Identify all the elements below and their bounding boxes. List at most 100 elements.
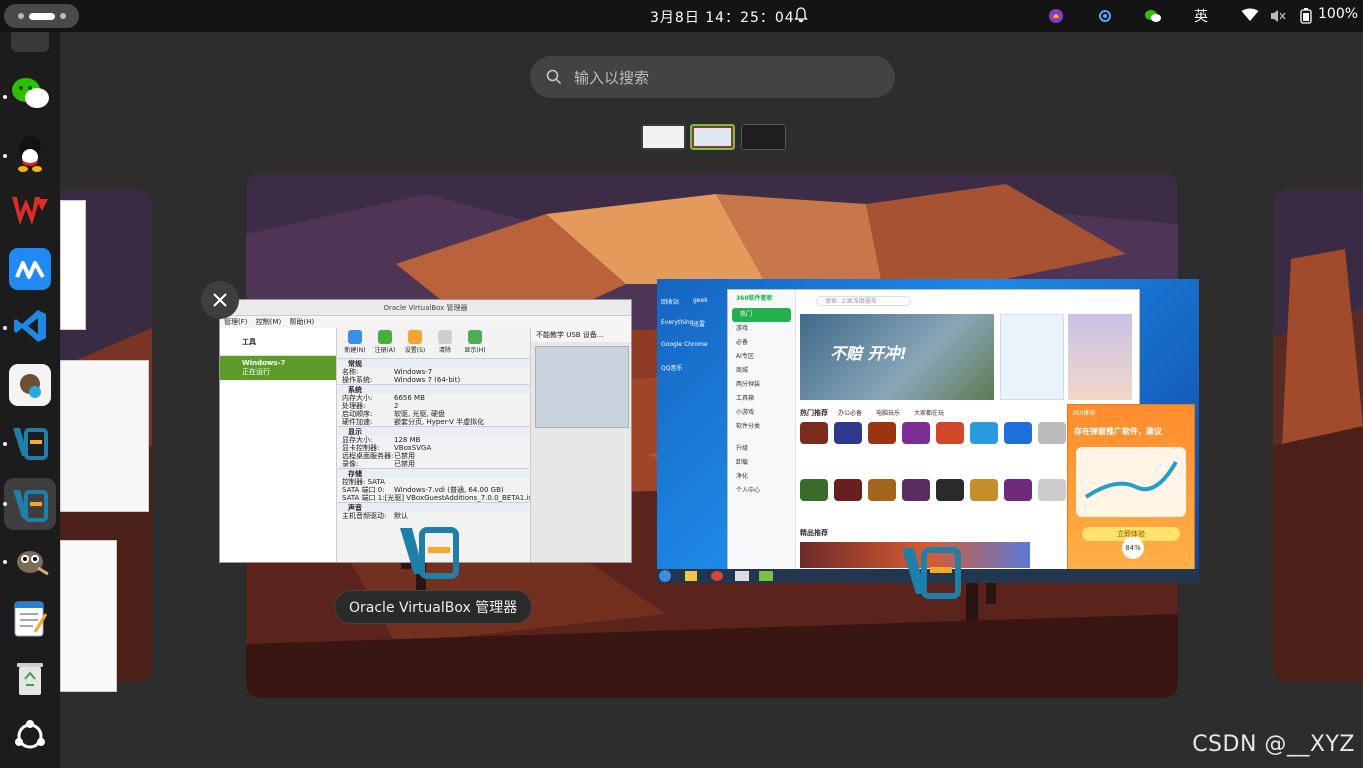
app-tile[interactable] xyxy=(1004,479,1032,501)
lanxin-icon[interactable] xyxy=(9,248,51,290)
app-tile[interactable] xyxy=(936,422,964,444)
app-tile[interactable] xyxy=(1038,479,1066,501)
virtualbox-icon[interactable] xyxy=(9,421,51,463)
trash-icon[interactable] xyxy=(9,657,51,699)
section-display[interactable]: 显示 xyxy=(338,426,530,436)
battery-icon[interactable] xyxy=(1299,8,1313,28)
app-tile[interactable] xyxy=(868,479,896,501)
vscode-icon[interactable] xyxy=(9,305,51,347)
hot-tab[interactable]: 办公必备 xyxy=(838,408,862,417)
dock xyxy=(0,32,60,768)
app-tile[interactable] xyxy=(970,479,998,501)
app-tile[interactable] xyxy=(936,479,964,501)
new-button[interactable]: 新建(N) xyxy=(342,330,368,356)
battery-percentage[interactable]: 100% xyxy=(1318,6,1358,22)
left-window-fragment-1[interactable] xyxy=(60,200,86,330)
nav-item[interactable]: 净化 xyxy=(728,470,795,484)
desktop-icon-label[interactable]: 迅雷 xyxy=(693,307,725,329)
tray-app-icon[interactable] xyxy=(1048,8,1064,28)
desktop-icon-label[interactable]: geek xyxy=(693,285,725,307)
app-tile[interactable] xyxy=(970,422,998,444)
nav-item[interactable]: 个人中心 xyxy=(728,484,795,498)
app-tile[interactable] xyxy=(1038,422,1066,444)
app-tile[interactable] xyxy=(1004,422,1032,444)
workspace-right-preview[interactable] xyxy=(1273,190,1363,682)
app-tile[interactable] xyxy=(902,422,930,444)
desktop-icon-label[interactable]: QQ音乐 xyxy=(661,351,721,373)
section-general[interactable]: 常规 xyxy=(338,358,530,368)
workspace-thumbnail-2[interactable] xyxy=(690,124,735,150)
nav-item[interactable]: 软件分类 xyxy=(728,420,795,434)
nav-item[interactable]: 游戏 xyxy=(728,322,795,336)
app-search-input[interactable]: 搜索: 上疯深度服务 xyxy=(816,296,911,306)
nav-item[interactable]: 两分钟装 xyxy=(728,378,795,392)
app-tile[interactable] xyxy=(834,479,862,501)
workspace-thumbnail-3[interactable] xyxy=(741,124,786,150)
taskbar-app[interactable] xyxy=(711,571,723,581)
section-storage[interactable]: 存储 xyxy=(338,468,530,478)
dock-partial-icon[interactable] xyxy=(11,32,49,52)
overview-screen: 3月8日 14：25：04 英 100% 输入以搜索 Oracle Virtua… xyxy=(0,0,1363,768)
banner-side-2[interactable] xyxy=(1068,314,1132,400)
nav-item[interactable]: 工具箱 xyxy=(728,392,795,406)
start-button[interactable] xyxy=(659,570,671,582)
virtualbox-active-icon[interactable] xyxy=(4,478,56,530)
ubuntu-icon[interactable] xyxy=(9,715,51,757)
vm-list-item[interactable]: Windows-7 正在运行 xyxy=(220,356,336,380)
settings-button[interactable]: 设置(S) xyxy=(402,330,428,356)
left-window-fragment-3[interactable] xyxy=(60,540,117,692)
workspace-thumbnail-1[interactable] xyxy=(641,124,686,150)
input-method-indicator[interactable]: 英 xyxy=(1194,6,1208,26)
menu-item[interactable]: 帮助(H) xyxy=(289,318,314,326)
qq-icon[interactable] xyxy=(9,132,51,174)
nav-item[interactable]: 商城 xyxy=(728,364,795,378)
section-audio[interactable]: 声音 xyxy=(338,502,530,512)
taskbar-app[interactable] xyxy=(685,571,697,581)
tools-item[interactable]: 工具 xyxy=(220,328,336,356)
nav-item[interactable]: 热门 xyxy=(732,308,791,322)
nav-item[interactable]: AI专区 xyxy=(728,350,795,364)
search-input[interactable]: 输入以搜索 xyxy=(530,56,895,98)
app-tile[interactable] xyxy=(902,479,930,501)
vm-list: 工具 Windows-7 正在运行 xyxy=(220,328,337,562)
close-icon xyxy=(213,293,227,307)
app-tile[interactable] xyxy=(834,422,862,444)
bell-icon[interactable] xyxy=(794,7,808,27)
volume-muted-icon[interactable] xyxy=(1270,9,1286,27)
gimp-icon[interactable] xyxy=(9,539,51,581)
gimp-like-icon[interactable] xyxy=(9,364,51,406)
tray-settings-icon[interactable] xyxy=(1097,8,1113,28)
tray-wechat-icon[interactable] xyxy=(1144,8,1162,28)
app-tile[interactable] xyxy=(868,422,896,444)
discard-button[interactable]: 清除 xyxy=(432,330,458,356)
menu-item[interactable]: 管理(F) xyxy=(224,318,248,326)
show-button[interactable]: 显示(H) xyxy=(462,330,488,356)
desktop-icon-label[interactable]: Google Chrome xyxy=(661,329,721,351)
clock[interactable]: 3月8日 14：25：04 xyxy=(650,7,795,27)
windows7-vm-window[interactable]: 回收站 Everything Google Chrome QQ音乐 geek 迅… xyxy=(657,279,1199,583)
nav-item[interactable]: 必备 xyxy=(728,336,795,350)
section-system[interactable]: 系统 xyxy=(338,384,530,394)
banner-side-1[interactable] xyxy=(1000,314,1064,400)
taskbar-app[interactable] xyxy=(735,571,749,581)
banner[interactable]: 不赔 开冲! xyxy=(800,314,994,400)
wps-icon[interactable] xyxy=(9,190,51,232)
text-editor-icon[interactable] xyxy=(9,598,51,640)
promo-popup[interactable]: 360推荐 存在弹窗推广软件，建议 立即体验 84% xyxy=(1067,404,1195,580)
app-tile[interactable] xyxy=(800,422,828,444)
activities-button[interactable] xyxy=(4,4,79,28)
nav-item[interactable]: 卸载 xyxy=(728,456,795,470)
close-window-button[interactable] xyxy=(201,281,239,319)
menu-item[interactable]: 控制(M) xyxy=(256,318,282,326)
window-tooltip: Oracle VirtualBox 管理器 xyxy=(334,590,533,624)
wechat-icon[interactable] xyxy=(9,73,51,115)
app-tile[interactable] xyxy=(800,479,828,501)
register-button[interactable]: 注册(A) xyxy=(372,330,398,356)
taskbar-app[interactable] xyxy=(759,571,773,581)
wifi-icon[interactable] xyxy=(1241,8,1259,26)
hot-tab[interactable]: 大家都在玩 xyxy=(914,408,944,417)
left-window-fragment-2[interactable] xyxy=(60,360,149,512)
nav-item[interactable]: 小游戏 xyxy=(728,406,795,420)
hot-tab[interactable]: 电脑玩乐 xyxy=(876,408,900,417)
nav-item[interactable]: 升级 xyxy=(728,442,795,456)
